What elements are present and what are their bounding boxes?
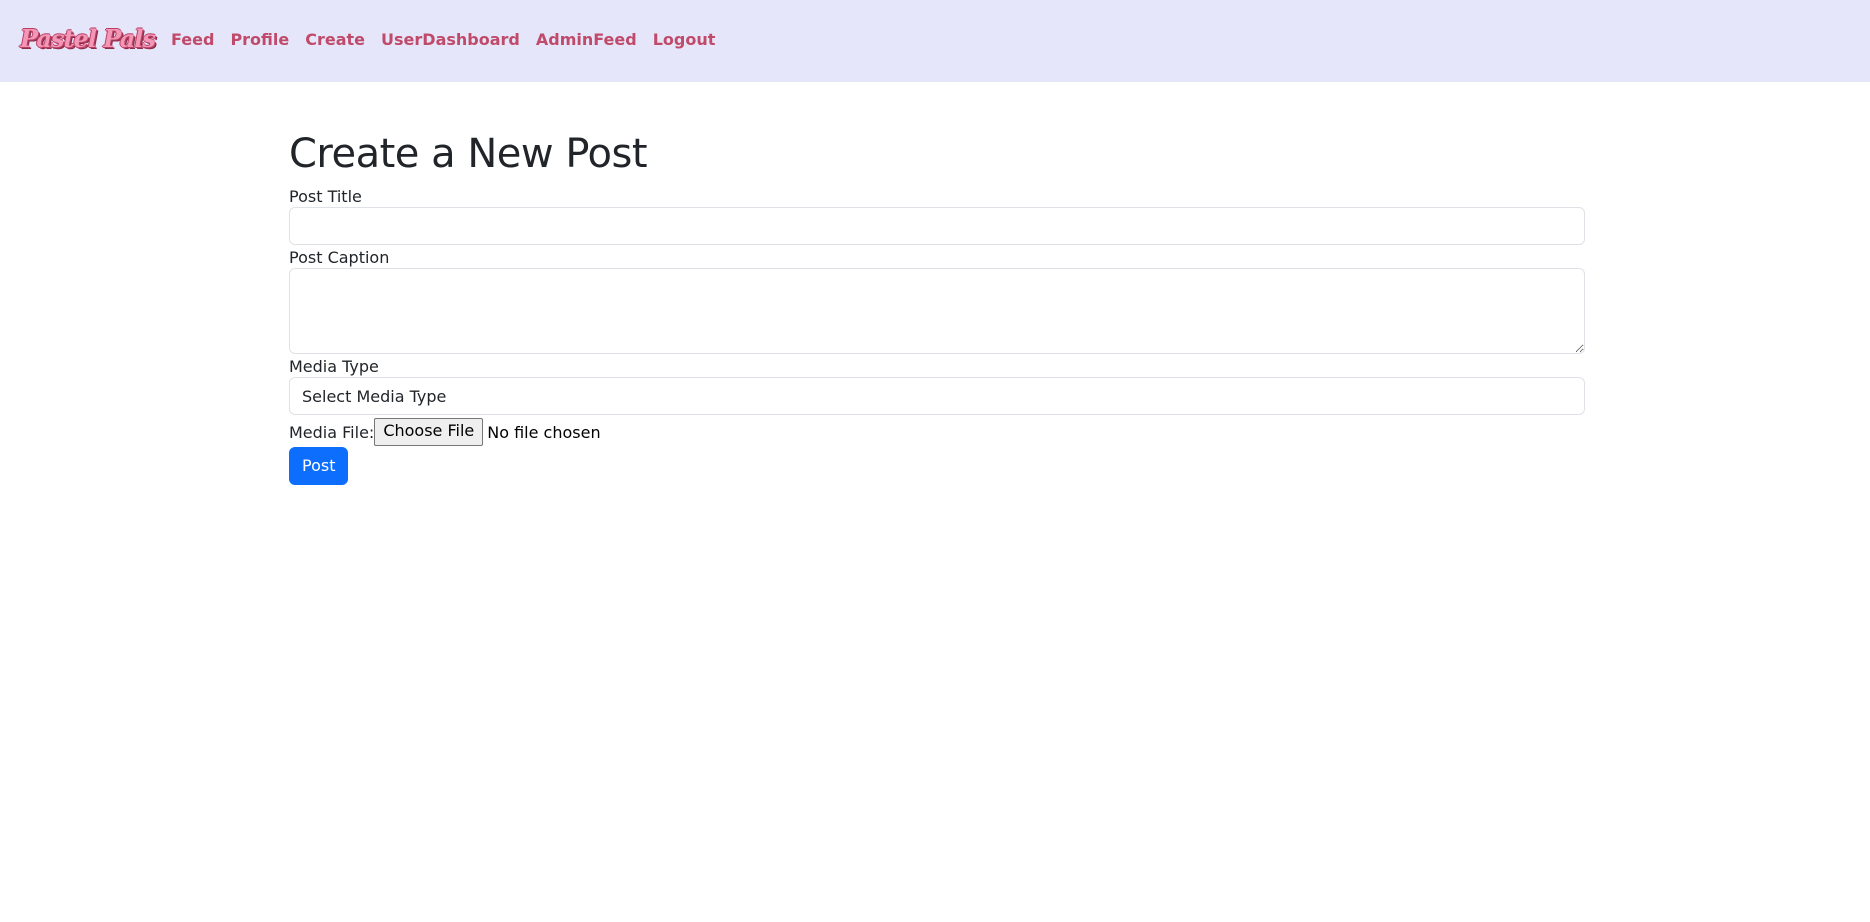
nav-link-user-dashboard[interactable]: UserDashboard — [381, 30, 520, 49]
page-title: Create a New Post — [289, 131, 648, 177]
file-status-text: No file chosen — [487, 422, 601, 442]
navbar: Pastel Pals Feed Profile Create UserDash… — [0, 0, 1870, 82]
create-post-form: Create a New Post Post Title Post Captio… — [289, 130, 1585, 485]
nav-link-create[interactable]: Create — [305, 30, 365, 49]
media-type-select[interactable]: Select Media Type — [289, 377, 1585, 415]
nav-link-feed[interactable]: Feed — [171, 30, 214, 49]
media-file-row: Media File: Choose File No file chosen — [289, 417, 1585, 447]
post-title-input[interactable] — [289, 207, 1585, 245]
post-caption-label: Post Caption — [289, 248, 390, 267]
nav-link-profile[interactable]: Profile — [230, 30, 289, 49]
media-type-selected-value: Select Media Type — [302, 386, 447, 406]
nav-links: Feed Profile Create UserDashboard AdminF… — [163, 30, 723, 49]
post-submit-button[interactable]: Post — [289, 447, 349, 485]
nav-link-logout[interactable]: Logout — [653, 30, 716, 49]
post-title-label: Post Title — [289, 187, 362, 206]
brand-logo[interactable]: Pastel Pals — [20, 24, 156, 53]
media-file-label: Media File: — [289, 422, 375, 442]
nav-link-admin-feed[interactable]: AdminFeed — [536, 30, 637, 49]
media-type-label: Media Type — [289, 357, 379, 376]
post-caption-textarea[interactable] — [289, 268, 1585, 354]
choose-file-button[interactable]: Choose File — [374, 418, 484, 446]
